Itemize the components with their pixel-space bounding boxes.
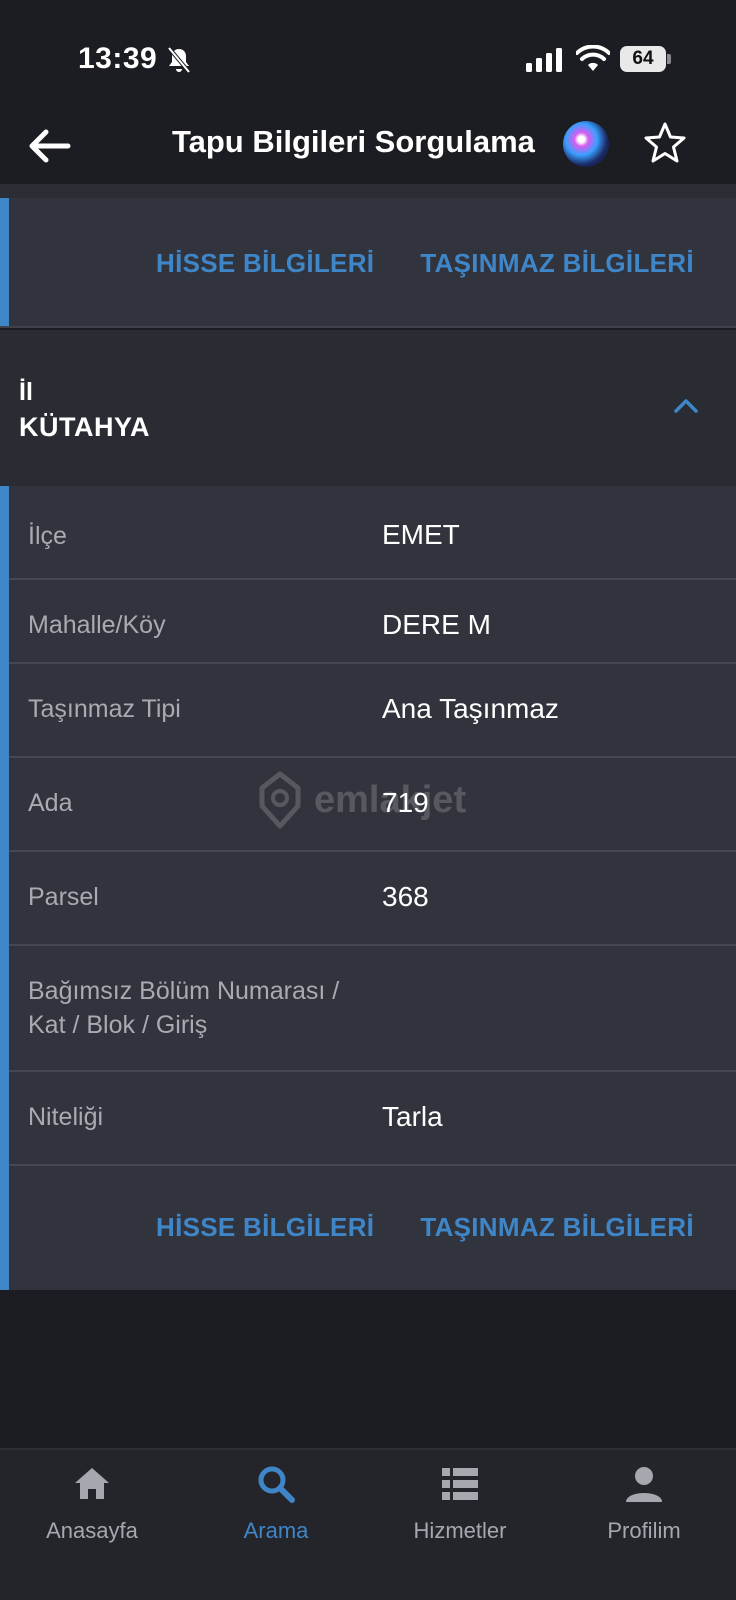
- person-icon: [626, 1467, 662, 1502]
- row-label: Bağımsız Bölüm Numarası /: [28, 977, 340, 1005]
- card-accent: [0, 486, 9, 1290]
- section-header-il[interactable]: İl KÜTAHYA: [0, 330, 736, 486]
- row-label: Taşınmaz Tipi: [28, 695, 181, 723]
- search-icon: [258, 1466, 295, 1503]
- row-value: Tarla: [382, 1101, 443, 1132]
- nav-label: Hizmetler: [413, 1518, 507, 1543]
- watermark-logo: emlakjet: [259, 771, 466, 829]
- row-value: Ana Taşınmaz: [382, 693, 559, 724]
- battery-icon: 64: [620, 46, 671, 72]
- detail-row-ilce: İlçe EMET: [9, 486, 736, 580]
- home-icon: [75, 1468, 109, 1499]
- section-value: KÜTAHYA: [19, 412, 151, 442]
- row-value: DERE M: [382, 609, 491, 640]
- tasinmaz-bilgileri-link[interactable]: TAŞINMAZ BİLGİLERİ: [420, 1212, 694, 1243]
- row-label: İlçe: [28, 522, 67, 550]
- star-icon[interactable]: [642, 120, 688, 166]
- nav-label: Arama: [243, 1518, 309, 1543]
- wifi-icon: [576, 45, 610, 71]
- section-label: İl: [19, 378, 33, 406]
- page-title: Tapu Bilgileri Sorgulama: [172, 124, 535, 159]
- details-card: İlçe EMET Mahalle/Köy DERE M Taşınmaz Ti…: [0, 486, 736, 1290]
- bottom-nav: Anasayfa Arama Hizmetler Profilim: [0, 1448, 736, 1600]
- tasinmaz-bilgileri-link[interactable]: TAŞINMAZ BİLGİLERİ: [420, 248, 694, 279]
- watermark-text: emlakjet: [314, 779, 466, 821]
- nav-item-anasayfa[interactable]: Anasayfa: [0, 1464, 184, 1544]
- top-card: HİSSE BİLGİLERİ TAŞINMAZ BİLGİLERİ: [0, 184, 736, 328]
- chevron-up-icon[interactable]: [672, 396, 700, 416]
- nav-item-arama[interactable]: Arama: [184, 1464, 368, 1544]
- siri-icon[interactable]: [563, 121, 609, 167]
- status-time: 13:39: [78, 42, 158, 75]
- nav-item-hizmetler[interactable]: Hizmetler: [368, 1464, 552, 1544]
- status-bar: 13:39 64: [0, 0, 736, 110]
- back-arrow-icon[interactable]: [26, 126, 72, 166]
- row-label: Ada: [28, 789, 73, 817]
- detail-row-niteligi: Niteliği Tarla: [9, 1072, 736, 1166]
- row-label-line2: Kat / Blok / Giriş: [28, 1011, 208, 1039]
- nav-item-profilim[interactable]: Profilim: [552, 1464, 736, 1544]
- list-icon: [442, 1468, 478, 1500]
- detail-row-bagimsiz-bolum: Bağımsız Bölüm Numarası / Kat / Blok / G…: [9, 946, 736, 1072]
- row-value: 368: [382, 881, 429, 912]
- row-value: EMET: [382, 519, 460, 550]
- nav-label: Profilim: [607, 1518, 681, 1543]
- bell-slash-icon: [167, 46, 191, 74]
- detail-row-parsel: Parsel 368: [9, 852, 736, 946]
- row-label: Mahalle/Köy: [28, 611, 166, 639]
- row-label: Parsel: [28, 883, 99, 911]
- detail-row-tasinmaz-tipi: Taşınmaz Tipi Ana Taşınmaz: [9, 664, 736, 758]
- battery-level: 64: [620, 46, 666, 72]
- row-label: Niteliği: [28, 1103, 104, 1131]
- hisse-bilgileri-link[interactable]: HİSSE BİLGİLERİ: [156, 1212, 374, 1243]
- top-card-links: HİSSE BİLGİLERİ TAŞINMAZ BİLGİLERİ: [156, 248, 694, 279]
- app-header: Tapu Bilgileri Sorgulama: [0, 110, 736, 184]
- hisse-bilgileri-link[interactable]: HİSSE BİLGİLERİ: [156, 248, 374, 279]
- card-accent: [0, 198, 9, 326]
- details-card-links: HİSSE BİLGİLERİ TAŞINMAZ BİLGİLERİ: [156, 1212, 694, 1243]
- signal-icon: [526, 48, 562, 72]
- detail-row-mahalle: Mahalle/Köy DERE M: [9, 580, 736, 664]
- nav-label: Anasayfa: [46, 1518, 138, 1543]
